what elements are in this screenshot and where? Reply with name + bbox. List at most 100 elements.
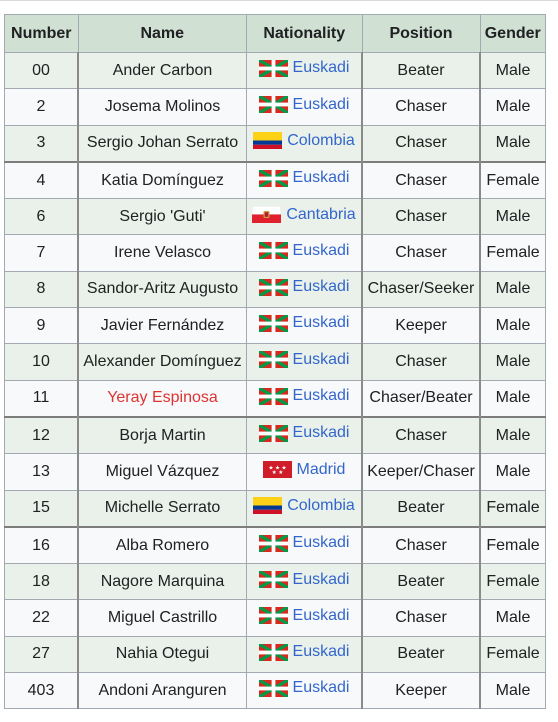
cell-name: Miguel Vázquez bbox=[77, 453, 247, 491]
gender-text: Female bbox=[486, 244, 540, 262]
cell-gender: Male bbox=[479, 198, 546, 236]
number-text: 2 bbox=[36, 97, 46, 115]
gender-text: Male bbox=[495, 609, 531, 627]
player-name: Nagore Marquina bbox=[100, 572, 225, 590]
number-text: 3 bbox=[36, 134, 46, 152]
cell-nationality: Colombia bbox=[246, 489, 363, 528]
cell-gender: Female bbox=[479, 489, 546, 528]
position-text: Chaser bbox=[395, 97, 447, 115]
nationality-link[interactable]: Colombia bbox=[287, 497, 355, 515]
cell-position: Chaser bbox=[361, 160, 481, 200]
number-text: 00 bbox=[32, 61, 50, 79]
table-row: 13 Miguel Vázquez Madrid Keeper/Chaser Male bbox=[4, 453, 546, 491]
table-row: 10 Alexander Domínguez Euskadi Chaser Male bbox=[4, 343, 546, 381]
cell-name: Sergio 'Guti' bbox=[77, 198, 247, 236]
player-name-link[interactable]: Yeray Espinosa bbox=[107, 389, 218, 406]
cell-position: Chaser bbox=[361, 198, 481, 236]
nationality-link[interactable]: Euskadi bbox=[293, 424, 350, 442]
cell-nationality: Euskadi bbox=[246, 343, 363, 381]
header-nationality[interactable]: Nationality bbox=[246, 14, 363, 53]
position-text: Keeper bbox=[395, 681, 447, 699]
cell-name: Sergio Johan Serrato bbox=[77, 124, 247, 163]
table-row: 11 Yeray Espinosa Euskadi Chaser/Beater Male bbox=[4, 379, 546, 418]
cell-name: Nahia Otegui bbox=[77, 635, 247, 674]
nationality-link[interactable]: Euskadi bbox=[293, 59, 350, 77]
player-name: Sergio 'Guti' bbox=[119, 207, 206, 225]
nationality-link[interactable]: Euskadi bbox=[293, 679, 350, 697]
number-text: 403 bbox=[27, 681, 55, 699]
nationality-link[interactable]: Euskadi bbox=[293, 278, 350, 296]
header-gender[interactable]: Gender bbox=[479, 14, 546, 53]
nationality-link[interactable]: Euskadi bbox=[293, 169, 350, 187]
cell-nationality: Euskadi bbox=[246, 599, 363, 637]
number-text: 13 bbox=[32, 462, 50, 480]
number-text: 9 bbox=[36, 316, 46, 334]
nationality-link[interactable]: Euskadi bbox=[293, 387, 350, 405]
gender-text: Male bbox=[495, 389, 531, 407]
table-row: 27 Nahia Otegui Euskadi Beater Female bbox=[4, 635, 546, 674]
player-name: Alexander Domínguez bbox=[83, 353, 242, 371]
cell-name: Ander Carbon bbox=[77, 51, 247, 90]
table-row: 7 Irene Velasco Euskadi Chaser Female bbox=[4, 234, 546, 272]
nationality-link[interactable]: Euskadi bbox=[293, 314, 350, 332]
cell-number: 16 bbox=[4, 525, 79, 565]
cell-gender: Male bbox=[479, 307, 546, 345]
cell-name: Katia Domínguez bbox=[77, 160, 247, 200]
gender-text: Female bbox=[486, 171, 540, 189]
position-text: Chaser bbox=[395, 426, 447, 444]
position-text: Beater bbox=[397, 572, 445, 590]
gender-text: Male bbox=[495, 134, 531, 152]
table-row: 18 Nagore Marquina Euskadi Beater Female bbox=[4, 563, 546, 601]
nationality-link[interactable]: Euskadi bbox=[293, 571, 350, 589]
cell-gender: Male bbox=[479, 599, 546, 637]
cell-name: Nagore Marquina bbox=[77, 563, 247, 601]
gender-text: Male bbox=[495, 353, 531, 371]
gender-text: Male bbox=[495, 426, 531, 444]
table-row: 22 Miguel Castrillo Euskadi Chaser Male bbox=[4, 599, 546, 637]
number-text: 10 bbox=[32, 353, 50, 371]
ikurrina-flag-icon bbox=[258, 607, 288, 625]
cell-name: Andoni Aranguren bbox=[77, 672, 247, 710]
position-text: Chaser bbox=[395, 171, 447, 189]
gender-text: Male bbox=[495, 97, 531, 115]
ikurrina-flag-icon bbox=[258, 169, 288, 187]
header-position[interactable]: Position bbox=[361, 14, 481, 53]
header-number[interactable]: Number bbox=[4, 14, 79, 53]
nationality-link[interactable]: Euskadi bbox=[293, 534, 350, 552]
nationality-link[interactable]: Euskadi bbox=[293, 242, 350, 260]
nationality-link[interactable]: Colombia bbox=[287, 132, 355, 150]
cell-position: Chaser bbox=[361, 343, 481, 381]
top-divider bbox=[0, 0, 558, 1]
cell-gender: Male bbox=[479, 453, 546, 491]
ikurrina-flag-icon bbox=[258, 278, 288, 296]
nationality-link[interactable]: Euskadi bbox=[293, 351, 350, 369]
cell-gender: Female bbox=[479, 234, 546, 272]
nationality-link[interactable]: Euskadi bbox=[293, 607, 350, 625]
cell-number: 6 bbox=[4, 198, 79, 236]
cell-gender: Female bbox=[479, 563, 546, 601]
gender-text: Male bbox=[495, 61, 531, 79]
cell-position: Chaser bbox=[361, 88, 481, 126]
table-row: 9 Javier Fernández Euskadi Keeper Male bbox=[4, 307, 546, 345]
nationality-link[interactable]: Cantabria bbox=[286, 206, 355, 224]
cell-name: Irene Velasco bbox=[77, 234, 247, 272]
nationality-link[interactable]: Euskadi bbox=[293, 96, 350, 114]
cell-name: Josema Molinos bbox=[77, 88, 247, 126]
ikurrina-flag-icon bbox=[258, 571, 288, 589]
gender-text: Female bbox=[486, 536, 540, 554]
colombia-flag-icon bbox=[253, 497, 283, 515]
nationality-link[interactable]: Madrid bbox=[297, 461, 346, 479]
player-name: Katia Domínguez bbox=[101, 171, 224, 189]
ikurrina-flag-icon bbox=[258, 424, 288, 442]
cell-position: Beater bbox=[361, 489, 481, 528]
nationality-link[interactable]: Euskadi bbox=[293, 643, 350, 661]
ikurrina-flag-icon bbox=[258, 643, 288, 661]
cell-number: 4 bbox=[4, 160, 79, 200]
cell-position: Keeper bbox=[361, 307, 481, 345]
table-row: 3 Sergio Johan Serrato Colombia Chaser Male bbox=[4, 124, 546, 163]
header-name[interactable]: Name bbox=[77, 14, 247, 53]
cell-name: Sandor-Aritz Augusto bbox=[77, 270, 247, 309]
madrid-flag-icon bbox=[262, 461, 292, 479]
cell-position: Beater bbox=[361, 563, 481, 601]
number-text: 15 bbox=[32, 499, 50, 517]
